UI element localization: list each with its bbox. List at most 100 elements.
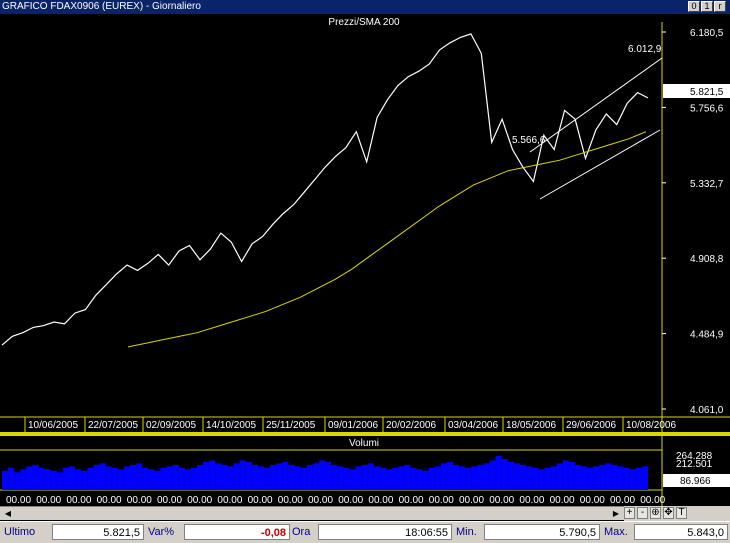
volume-bar — [50, 470, 57, 490]
volume-bar — [142, 467, 149, 490]
text-tool-icon[interactable]: T — [676, 507, 687, 519]
y-tick-label: 6.180,5 — [690, 28, 724, 39]
volume-bar — [264, 467, 271, 490]
volume-bar — [629, 469, 636, 490]
volume-bar — [221, 464, 228, 490]
volume-bar — [111, 467, 118, 490]
volume-bar — [178, 467, 185, 490]
volume-bar — [288, 464, 295, 490]
maximize-button[interactable]: 1 — [701, 1, 713, 12]
max-value: 5.843,0 — [634, 524, 728, 540]
volume-bar — [446, 461, 453, 490]
y-tick-label: 4.908,8 — [690, 254, 724, 265]
volume-x-tick-label: 00.00 — [187, 495, 212, 506]
volume-bar — [343, 467, 350, 490]
volume-bar — [215, 463, 222, 490]
minimize-button[interactable]: 0 — [688, 1, 700, 12]
zoom-out-icon[interactable]: - — [637, 507, 648, 519]
channel-lower-line — [539, 129, 661, 200]
volume-bar — [404, 464, 411, 490]
volume-bar — [355, 466, 362, 490]
volume-bar — [251, 464, 258, 490]
volume-bar — [581, 466, 588, 490]
volume-bar — [282, 461, 289, 490]
volume-bar — [32, 464, 39, 490]
volume-bar — [587, 467, 594, 490]
volume-bar — [148, 469, 155, 490]
volume-x-tick-label: 00.00 — [127, 495, 152, 506]
volume-bar — [385, 469, 392, 490]
volume-bar — [312, 463, 319, 490]
volume-bar — [349, 469, 356, 490]
volume-bar — [105, 466, 112, 490]
volume-x-tick-label: 00.00 — [550, 495, 575, 506]
volume-bar — [465, 467, 472, 490]
volume-panel-title: Volumi — [349, 438, 379, 449]
volume-bar — [154, 470, 161, 490]
close-button[interactable]: r — [714, 1, 726, 12]
volume-bar — [306, 464, 313, 490]
zoom-in-icon[interactable]: + — [624, 507, 635, 519]
volume-bar — [2, 470, 9, 490]
panel-splitter[interactable] — [0, 432, 730, 436]
volume-bar — [56, 472, 63, 490]
horizontal-scrollbar[interactable]: ◀ ▶ — [0, 506, 624, 520]
volume-bar — [227, 466, 234, 490]
volume-bar — [318, 460, 325, 490]
volume-x-tick-label: 00.00 — [640, 495, 665, 506]
x-tick-label: 03/04/2006 — [448, 420, 498, 431]
volume-bar — [160, 467, 167, 490]
volume-bar — [538, 469, 545, 490]
scroll-left-icon[interactable]: ◀ — [2, 508, 14, 519]
volume-bar — [593, 466, 600, 490]
var-value: -0,08 — [184, 524, 290, 540]
volume-bar — [495, 456, 502, 490]
volume-bar — [422, 470, 429, 490]
volume-x-tick-label: 00.00 — [459, 495, 484, 506]
volume-bar — [434, 466, 441, 490]
volume-bar — [197, 464, 204, 490]
volume-bar — [416, 469, 423, 490]
volume-bar — [526, 466, 533, 490]
var-label: Var% — [148, 526, 175, 538]
volume-bar — [477, 464, 484, 490]
pan-icon[interactable]: ✥ — [663, 507, 674, 519]
volume-bar — [93, 464, 100, 490]
crosshair-icon[interactable]: ⊕ — [650, 507, 661, 519]
volume-bar — [483, 463, 490, 490]
volume-bar — [605, 463, 612, 490]
volume-bar — [513, 463, 520, 490]
volume-bar — [69, 466, 76, 490]
x-tick-label: 02/09/2005 — [146, 420, 196, 431]
volume-bar — [574, 464, 581, 490]
volume-bar — [20, 469, 27, 490]
volume-x-tick-label: 00.00 — [429, 495, 454, 506]
volume-bar — [367, 463, 374, 490]
volume-bar — [258, 466, 265, 490]
scroll-right-icon[interactable]: ▶ — [610, 508, 622, 519]
volume-bar — [123, 466, 130, 490]
y-tick-label: 4.484,9 — [690, 330, 724, 341]
volume-bar — [599, 464, 606, 490]
annotation-upper: 6.012,9 — [628, 44, 662, 55]
volume-bar — [520, 464, 527, 490]
volume-bar — [190, 467, 197, 490]
volume-bar — [428, 467, 435, 490]
chart-svg: Prezzi/SMA 200 Volumi 6.012,9 5.566,6 6.… — [0, 17, 730, 506]
volume-bar — [410, 467, 417, 490]
x-tick-label: 10/08/2006 — [626, 420, 676, 431]
volume-bar — [550, 466, 557, 490]
chart-toolbar: + - ⊕ ✥ T — [624, 506, 730, 521]
y-tick-label: 5.756,6 — [690, 103, 724, 114]
ultimo-value: 5.821,5 — [52, 524, 144, 540]
volume-bar — [459, 466, 466, 490]
volume-x-tick-label: 00.00 — [399, 495, 424, 506]
volume-x-tick-label: 00.00 — [248, 495, 273, 506]
volume-bar — [245, 461, 252, 490]
volume-x-tick-label: 00.00 — [36, 495, 61, 506]
volume-bar — [507, 461, 514, 490]
volume-bar — [635, 467, 642, 490]
chart-area[interactable]: Prezzi/SMA 200 Volumi 6.012,9 5.566,6 6.… — [0, 14, 730, 521]
window-title: GRAFICO FDAX0906 (EUREX) - Giornaliero — [2, 1, 201, 12]
sma-series-line — [127, 131, 647, 348]
